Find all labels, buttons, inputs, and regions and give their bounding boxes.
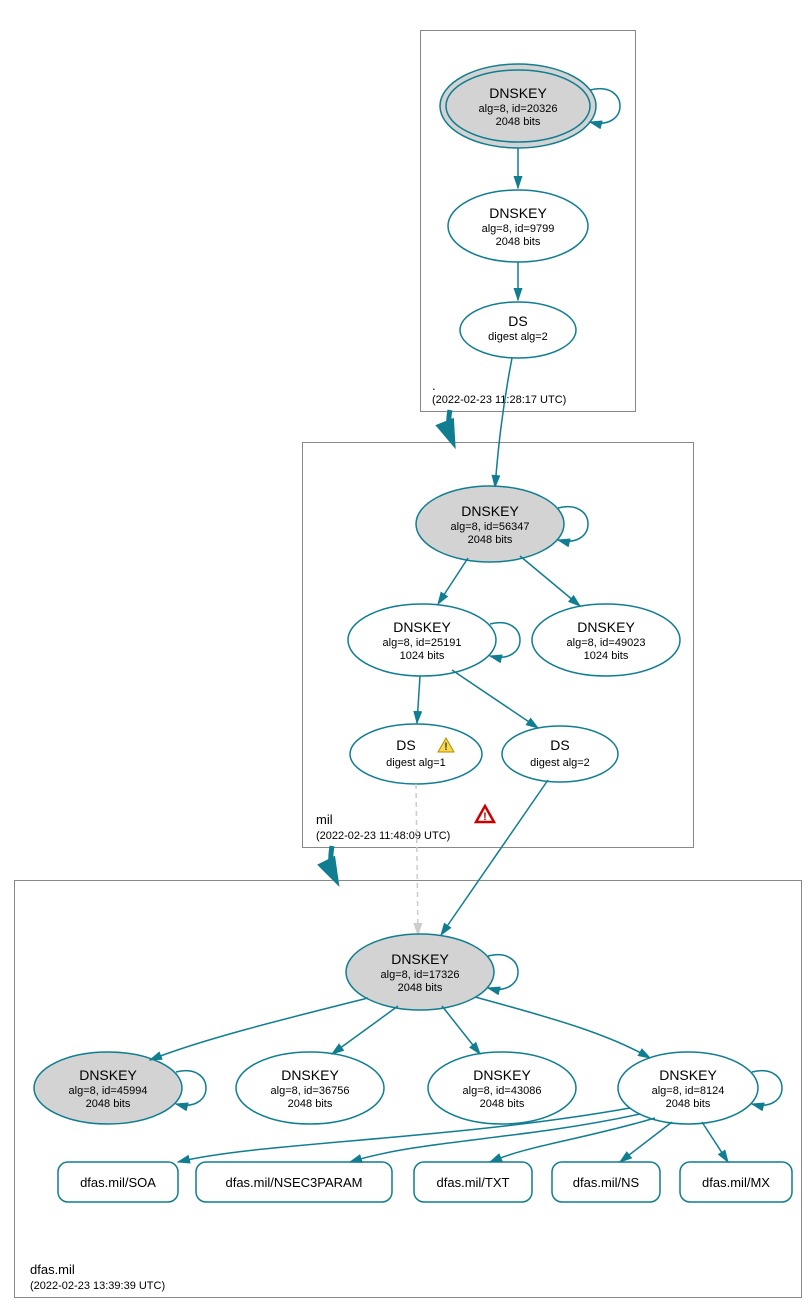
zone-label-mil: mil: [316, 812, 333, 827]
zone-box-root: [420, 30, 636, 412]
edge-delegation-mil-dfas: [331, 846, 335, 878]
zone-box-mil: [302, 442, 694, 848]
zone-box-dfas: [14, 880, 802, 1298]
zone-timestamp-mil: (2022-02-23 11:48:09 UTC): [316, 830, 450, 842]
zone-timestamp-root: (2022-02-23 11:28:17 UTC): [432, 394, 566, 406]
edge-delegation-root-mil: [449, 410, 452, 440]
zone-label-dfas: dfas.mil: [30, 1262, 75, 1277]
zone-timestamp-dfas: (2022-02-23 13:39:39 UTC): [30, 1280, 165, 1292]
zone-label-root: .: [432, 378, 436, 393]
